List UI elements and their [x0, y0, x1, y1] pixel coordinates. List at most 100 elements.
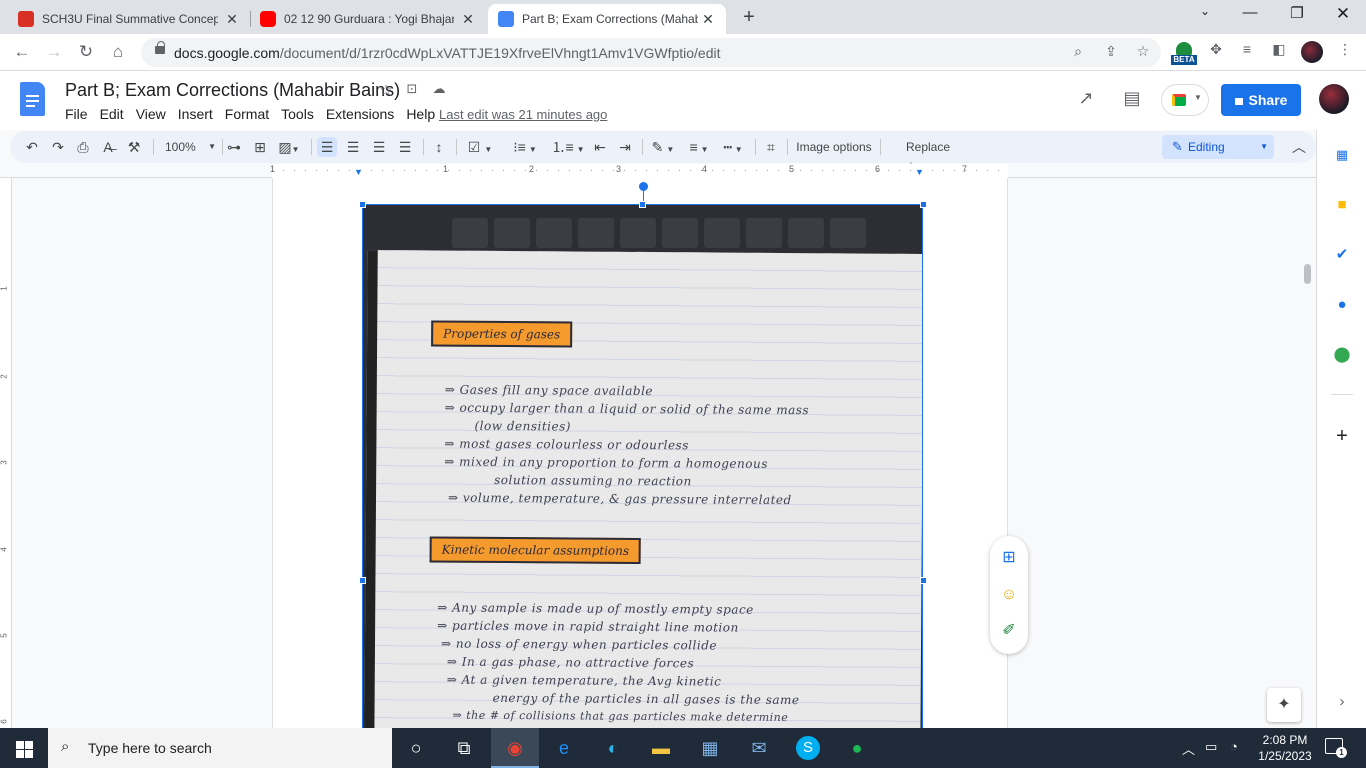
star-icon[interactable]: ☆: [377, 81, 395, 99]
home-icon[interactable]: ⌂: [106, 40, 130, 64]
new-tab-button[interactable]: +: [737, 6, 761, 29]
maps-icon[interactable]: ⬤: [1333, 346, 1351, 364]
undo-icon[interactable]: ↶: [22, 137, 42, 157]
share-page-icon[interactable]: ⇪: [1102, 43, 1120, 60]
collapse-menus-icon[interactable]: ︿: [1289, 137, 1309, 157]
redo-icon[interactable]: ↷: [48, 137, 68, 157]
restore-icon[interactable]: ❐: [1282, 4, 1312, 22]
decrease-indent-icon[interactable]: ⇤: [590, 137, 610, 157]
justify-icon[interactable]: ☰: [395, 137, 415, 157]
tasks-icon[interactable]: ✔: [1333, 246, 1351, 264]
right-indent-marker-icon[interactable]: ▼: [915, 167, 924, 177]
comments-icon[interactable]: ▤: [1120, 88, 1144, 109]
notification-center-icon[interactable]: 1: [1325, 738, 1347, 758]
insert-link-icon[interactable]: ⊶: [224, 137, 244, 157]
spellcheck-icon[interactable]: A̶: [98, 137, 118, 157]
cortana-icon[interactable]: ○: [404, 736, 428, 760]
calendar-icon[interactable]: ▦: [1333, 146, 1351, 164]
browser-tab-summative[interactable]: SCH3U Final Summative Concept ✕: [8, 4, 250, 34]
editing-mode-select[interactable]: Editing ▼: [1162, 135, 1274, 159]
resize-handle-right[interactable]: [920, 577, 927, 584]
border-dash-icon[interactable]: ┅ ▼: [718, 137, 748, 157]
vertical-scrollbar-thumb[interactable]: [1304, 264, 1311, 284]
bookmark-star-icon[interactable]: ☆: [1134, 43, 1152, 60]
microsoft-store-icon[interactable]: ▦: [698, 736, 722, 760]
task-view-icon[interactable]: ⧉: [452, 736, 476, 760]
edge-icon[interactable]: ◐: [601, 736, 625, 760]
docs-logo-icon[interactable]: [20, 82, 45, 116]
document-canvas[interactable]: Properties of gases ⇒ Gases fill any spa…: [12, 178, 1316, 728]
tab-search-icon[interactable]: ⌄: [1190, 4, 1220, 18]
forward-icon[interactable]: →: [42, 40, 66, 64]
menu-tools[interactable]: Tools: [275, 106, 320, 122]
move-folder-icon[interactable]: ⊡: [403, 81, 421, 97]
menu-file[interactable]: File: [59, 106, 94, 122]
keep-icon[interactable]: ■: [1333, 196, 1351, 214]
numbered-list-icon[interactable]: ⒈≡ ▼: [550, 137, 586, 157]
address-bar[interactable]: docs.google.com/document/d/1rzr0cdWpLxVA…: [141, 38, 1161, 67]
browser-tab-docs[interactable]: Part B; Exam Corrections (Mahabi ✕: [488, 4, 726, 34]
zoom-select[interactable]: 100% ▼: [160, 137, 216, 157]
rotate-handle[interactable]: [639, 182, 648, 191]
menu-extensions[interactable]: Extensions: [320, 106, 400, 122]
line-spacing-icon[interactable]: ↕: [429, 137, 449, 157]
close-tab-icon[interactable]: ✕: [224, 11, 240, 28]
side-panel-icon[interactable]: ◧: [1268, 41, 1290, 58]
reload-icon[interactable]: ↻: [74, 40, 98, 64]
lock-icon[interactable]: [155, 41, 165, 54]
menu-help[interactable]: Help: [400, 106, 441, 122]
print-icon[interactable]: ⎙: [73, 137, 93, 157]
replace-image-button[interactable]: Replace image▾: [886, 137, 970, 174]
battery-icon[interactable]: ▭: [1205, 739, 1217, 755]
skype-icon[interactable]: S: [796, 736, 820, 760]
wifi-icon[interactable]: ◔: [1230, 739, 1238, 754]
add-comment-icon[interactable]: ⊞: [998, 547, 1020, 569]
internet-explorer-icon[interactable]: e: [552, 736, 576, 760]
cloud-saved-icon[interactable]: ☁: [430, 81, 448, 97]
checklist-icon[interactable]: ☑ ▼: [462, 137, 498, 157]
border-weight-icon[interactable]: ≡ ▼: [684, 137, 714, 157]
taskbar-clock[interactable]: 2:08 PM 1/25/2023: [1250, 732, 1320, 764]
spotify-icon[interactable]: ●: [845, 736, 869, 760]
minimize-icon[interactable]: —: [1235, 4, 1265, 21]
share-button[interactable]: Share: [1221, 84, 1301, 116]
extensions-puzzle-icon[interactable]: ✥: [1205, 41, 1227, 58]
browser-menu-icon[interactable]: ⋮: [1334, 41, 1356, 58]
add-comment-icon[interactable]: ⊞: [250, 137, 270, 157]
activity-trend-icon[interactable]: ↗: [1074, 88, 1098, 109]
emoji-reaction-icon[interactable]: ☺: [998, 584, 1020, 606]
resize-handle-top-right[interactable]: [920, 201, 927, 208]
align-center-icon[interactable]: ☰: [343, 137, 363, 157]
menu-format[interactable]: Format: [219, 106, 275, 122]
resize-handle-top[interactable]: [639, 201, 646, 208]
windows-start-icon[interactable]: [0, 728, 48, 768]
back-icon[interactable]: ←: [10, 40, 34, 64]
menu-insert[interactable]: Insert: [172, 106, 219, 122]
crop-icon[interactable]: ⌗: [761, 137, 781, 157]
close-window-icon[interactable]: ✕: [1328, 4, 1358, 24]
file-explorer-icon[interactable]: ▬: [649, 736, 673, 760]
suggest-edits-icon[interactable]: ✐: [998, 620, 1020, 642]
meet-button[interactable]: ▼: [1161, 84, 1209, 116]
browser-tab-youtube[interactable]: 02 12 90 Gurduara : Yogi Bhajan ✕: [250, 4, 486, 34]
notes-photo-image[interactable]: Properties of gases ⇒ Gases fill any spa…: [362, 204, 923, 728]
beta-extension-icon[interactable]: BETA: [1171, 42, 1197, 66]
vertical-ruler[interactable]: 1 2 3 4 5 6: [0, 178, 12, 728]
taskbar-search-box[interactable]: ⌕ Type here to search: [48, 728, 392, 768]
contacts-icon[interactable]: ●: [1333, 296, 1351, 314]
mail-icon[interactable]: ✉: [747, 736, 771, 760]
reading-list-icon[interactable]: ≡: [1236, 41, 1258, 57]
chrome-icon[interactable]: ◉: [503, 736, 527, 760]
align-left-icon[interactable]: ☰: [317, 137, 337, 157]
close-tab-icon[interactable]: ✕: [460, 11, 476, 28]
close-tab-icon[interactable]: ✕: [700, 11, 716, 28]
bulleted-list-icon[interactable]: ⁝≡ ▼: [507, 137, 543, 157]
get-addons-plus-icon[interactable]: +: [1333, 426, 1351, 446]
last-edit-link[interactable]: Last edit was 21 minutes ago: [439, 107, 607, 122]
show-hidden-icons-chevron-icon[interactable]: ︿: [1182, 739, 1195, 758]
horizontal-ruler[interactable]: 1 1 2 3 4 5 6 7 ▼ ▼: [0, 164, 1316, 178]
zoom-icon[interactable]: ⌕: [1069, 43, 1087, 60]
show-side-panel-chevron-icon[interactable]: ›: [1333, 693, 1351, 711]
border-color-icon[interactable]: ✎ ▼: [648, 137, 678, 157]
insert-image-icon[interactable]: ▨▼: [276, 137, 302, 157]
